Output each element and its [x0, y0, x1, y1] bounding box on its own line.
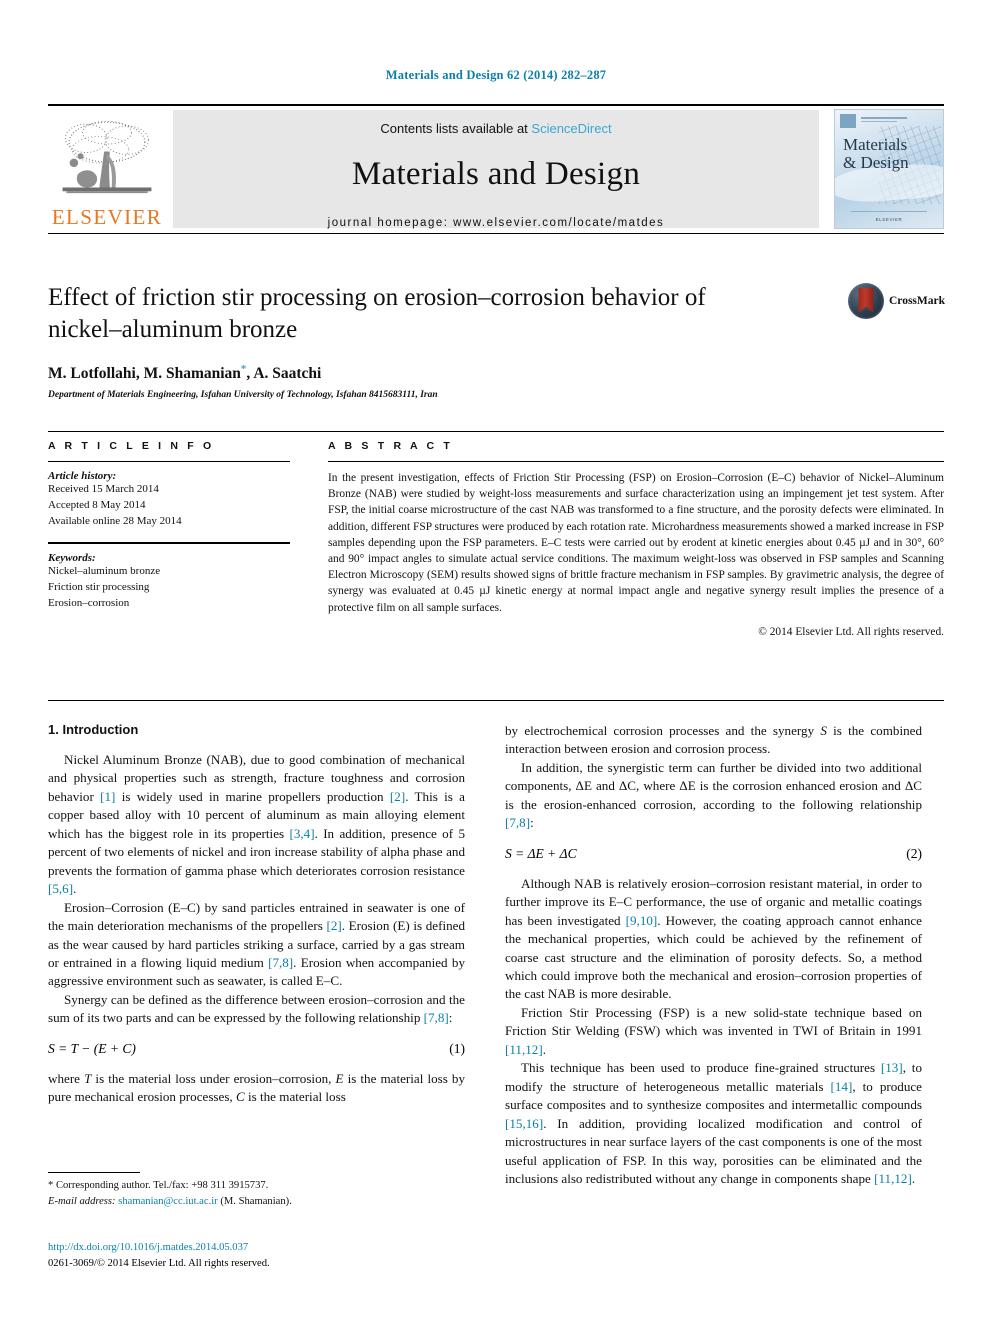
elsevier-tree-icon: [62, 120, 152, 194]
paragraph: where T is the material loss under erosi…: [48, 1070, 465, 1105]
doi-link[interactable]: http://dx.doi.org/10.1016/j.matdes.2014.…: [48, 1240, 498, 1256]
elsevier-wordmark: ELSEVIER: [51, 205, 163, 229]
citation-link[interactable]: [14]: [830, 1079, 852, 1094]
equation-2-body: S = ΔE + ΔC: [505, 845, 577, 861]
body-columns: 1. Introduction Nickel Aluminum Bronze (…: [48, 722, 944, 1188]
paragraph: In addition, the synergistic term can fu…: [505, 759, 922, 831]
article-info-rule: [48, 461, 290, 462]
paragraph: Friction Stir Processing (FSP) is a new …: [505, 1004, 922, 1057]
keyword-item: Nickel–aluminum bronze: [48, 564, 161, 577]
journal-header: ELSEVIER Contents lists available at Sci…: [48, 104, 944, 234]
abstract-rule: [328, 461, 944, 462]
citation-link[interactable]: [15,16]: [505, 1116, 543, 1131]
corresponding-author-footnote: * Corresponding author. Tel./fax: +98 31…: [48, 1172, 465, 1210]
footnote-email-label: E-mail address:: [48, 1195, 116, 1207]
body-top-rule: [48, 700, 944, 701]
article-info-heading: A R T I C L E I N F O: [48, 440, 215, 452]
citation-link[interactable]: [7,8]: [424, 1010, 449, 1025]
header-bottom-rule: [48, 233, 944, 234]
sciencedirect-link[interactable]: ScienceDirect: [531, 121, 611, 136]
symbol: T: [84, 1070, 92, 1086]
running-head: Materials and Design 62 (2014) 282–287: [385, 68, 607, 82]
article-info-column: A R T I C L E I N F O Article history: R…: [48, 440, 290, 638]
footnote-email-link[interactable]: shamanian@cc.iut.ac.ir: [118, 1196, 217, 1207]
affiliation: Department of Materials Engineering, Isf…: [48, 390, 438, 401]
equation-1-body: S = T − (E + C): [48, 1040, 136, 1056]
elsevier-logo: ELSEVIER: [48, 110, 166, 228]
crossmark-icon: [848, 283, 884, 319]
keywords-rule: [48, 541, 290, 544]
article-history-received: Received 15 March 2014: [48, 483, 159, 495]
footnote-rule: [48, 1172, 140, 1173]
section-heading-introduction: 1. Introduction: [48, 722, 139, 737]
equation-1-number: (1): [449, 1040, 465, 1056]
citation-link[interactable]: [11,12]: [505, 1042, 543, 1057]
paper-page: Materials and Design 62 (2014) 282–287 E…: [0, 0, 992, 1323]
abstract-copyright: © 2014 Elsevier Ltd. All rights reserved…: [758, 625, 944, 638]
paragraph: Nickel Aluminum Bronze (NAB), due to goo…: [48, 752, 466, 897]
contents-available-line: Contents lists available at ScienceDirec…: [380, 121, 611, 136]
cover-footer-label: ELSEVIER: [875, 217, 903, 222]
footnote-corresponding: * Corresponding author. Tel./fax: +98 31…: [48, 1180, 269, 1191]
article-history-label: Article history:: [48, 470, 117, 482]
crossmark-badge[interactable]: CrossMark: [848, 279, 946, 323]
info-abstract-block: A R T I C L E I N F O Article history: R…: [48, 431, 944, 638]
citation-link[interactable]: [5,6]: [48, 881, 73, 896]
title-block: CrossMark Effect of friction stir proces…: [48, 279, 946, 401]
page-title: Effect of friction stir processing on er…: [48, 284, 706, 343]
issn-copyright-line: 0261-3069/© 2014 Elsevier Ltd. All right…: [48, 1257, 270, 1269]
citation-link[interactable]: [11,12]: [874, 1171, 912, 1186]
cover-title: Materials & Design: [843, 135, 937, 173]
journal-cover-thumbnail: Materials & Design ELSEVIER: [834, 109, 944, 229]
header-top-rule: [48, 104, 944, 106]
footnote-email-suffix: (M. Shamanian).: [220, 1195, 292, 1207]
article-history-accepted: Accepted 8 May 2014: [48, 498, 146, 511]
equation-2-number: (2): [906, 845, 922, 861]
body-column-left: 1. Introduction Nickel Aluminum Bronze (…: [48, 722, 465, 1188]
cover-topline-2: [861, 121, 897, 122]
authors-pre: M. Lotfollahi, M. Shamanian: [48, 365, 241, 383]
paragraph: by electrochemical corrosion processes a…: [505, 723, 922, 757]
journal-title: Materials and Design: [351, 156, 641, 192]
citation-link[interactable]: [2]: [326, 918, 341, 933]
journal-header-center: Contents lists available at ScienceDirec…: [173, 110, 819, 229]
info-top-rule: [48, 431, 944, 432]
citation-link[interactable]: [13]: [881, 1060, 903, 1075]
keyword-item: Erosion–corrosion: [48, 596, 130, 609]
citation-link[interactable]: [2]: [390, 789, 405, 804]
cover-title-line1: Materials: [843, 135, 908, 154]
page-footer: http://dx.doi.org/10.1016/j.matdes.2014.…: [48, 1240, 498, 1272]
abstract-text: In the present investigation, effects of…: [328, 472, 944, 614]
equation-2: S = ΔE + ΔC (2): [505, 846, 922, 862]
citation-link[interactable]: [7,8]: [505, 815, 530, 830]
keyword-item: Friction stir processing: [48, 580, 150, 593]
symbol: S: [820, 723, 827, 738]
body-column-right: by electrochemical corrosion processes a…: [505, 722, 922, 1188]
paragraph: Erosion–Corrosion (E–C) by sand particle…: [48, 899, 465, 989]
abstract-column: A B S T R A C T In the present investiga…: [328, 440, 944, 638]
journal-homepage[interactable]: journal homepage: www.elsevier.com/locat…: [328, 217, 665, 229]
keywords-label: Keywords:: [48, 551, 96, 564]
cover-title-line2: & Design: [843, 153, 909, 173]
citation-link[interactable]: [9,10]: [626, 913, 658, 928]
contents-prefix: Contents lists available at: [380, 121, 532, 136]
citation-link[interactable]: [7,8]: [268, 955, 293, 970]
author-list: M. Lotfollahi, M. Shamanian*, A. Saatchi: [48, 363, 944, 383]
abstract-heading: A B S T R A C T: [328, 440, 453, 452]
symbol: C: [235, 1089, 245, 1105]
footnote-email: E-mail address: shamanian@cc.iut.ac.ir (…: [48, 1194, 465, 1210]
citation-link[interactable]: [3,4]: [289, 826, 314, 841]
paragraph: Synergy can be defined as the difference…: [48, 991, 465, 1026]
crossmark-label: CrossMark: [889, 295, 946, 307]
citation-link[interactable]: [1]: [100, 789, 115, 804]
authors-post: , A. Saatchi: [246, 365, 322, 383]
article-history-online: Available online 28 May 2014: [48, 514, 182, 527]
paragraph: Although NAB is relatively erosion–corro…: [505, 875, 922, 1002]
cover-elsevier-mark: [840, 114, 856, 128]
cover-footer-rule: [851, 211, 927, 212]
paragraph: This technique has been used to produce …: [505, 1060, 922, 1186]
cover-topline-1: [861, 117, 907, 119]
equation-1: S = T − (E + C) (1): [48, 1041, 465, 1057]
symbol: E: [335, 1070, 344, 1086]
